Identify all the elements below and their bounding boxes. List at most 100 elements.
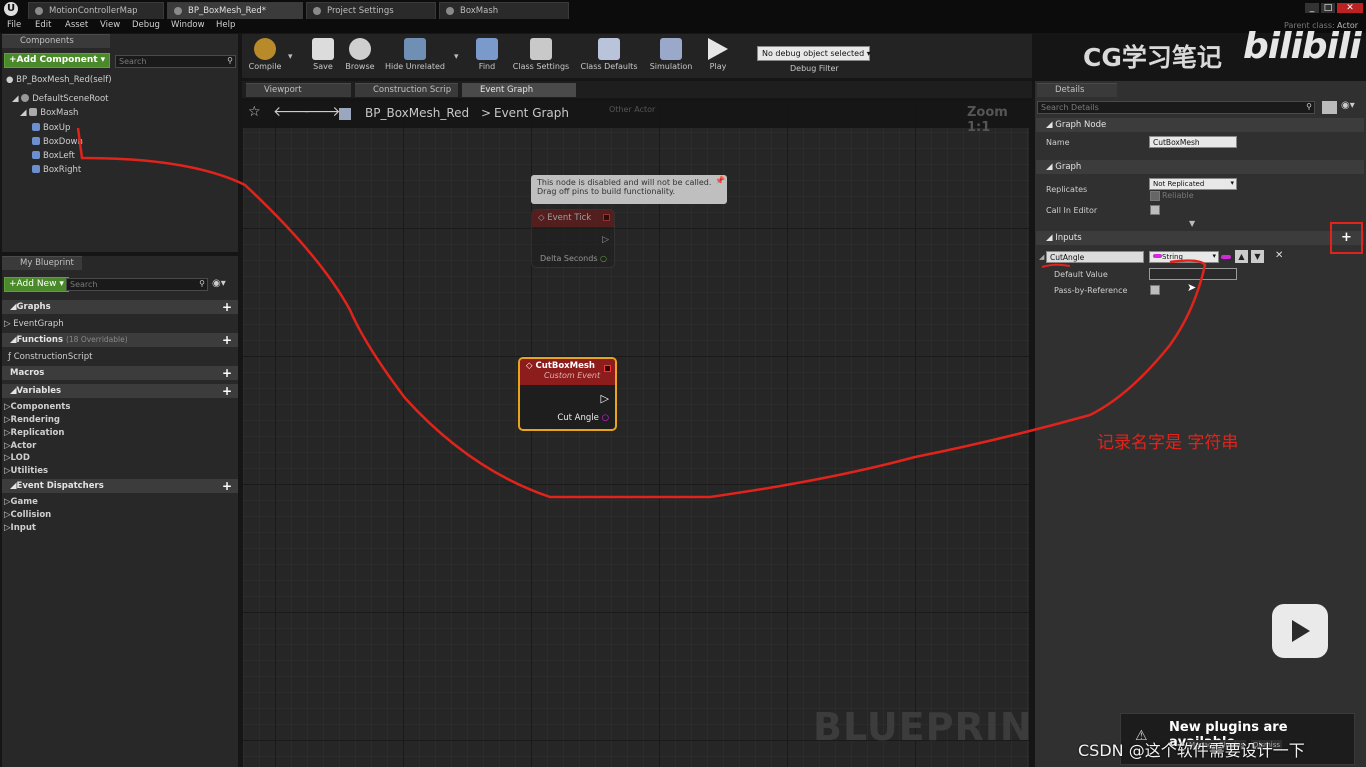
blueprint-search-input[interactable]: Search ⚲ [66,278,208,291]
add-variable-icon[interactable]: + [222,384,232,398]
details-search-input[interactable]: Search Details ⚲ [1037,101,1315,114]
var-cat-lod[interactable]: ▷LOD [4,453,30,463]
browse-button[interactable]: Browse [342,36,378,76]
function-item-constructionscript[interactable]: ƒ ConstructionScript [8,352,92,362]
delegate-pin-icon[interactable] [603,214,610,221]
add-input-button[interactable]: + [1339,230,1354,245]
menu-debug[interactable]: Debug [132,20,160,30]
tab-bp-boxmesh-red[interactable]: BP_BoxMesh_Red* [167,2,303,19]
tree-item-defaultsceneroot[interactable]: ◢ DefaultSceneRoot [12,94,108,104]
breadcrumb-blueprint[interactable]: BP_BoxMesh_Red [365,106,469,120]
add-function-icon[interactable]: + [222,333,232,347]
tree-item-boxright[interactable]: BoxRight [32,165,81,175]
tab-event-graph[interactable]: Event Graph [462,83,576,97]
add-macro-icon[interactable]: + [222,366,232,380]
forward-arrow-icon[interactable]: 🡒 [303,103,341,120]
input-type-select[interactable]: String ▾ [1149,251,1219,263]
var-cat-actor[interactable]: ▷Actor [4,441,36,451]
class-defaults-button[interactable]: Class Defaults [578,36,640,76]
var-cat-replication[interactable]: ▷Replication [4,428,64,438]
maximize-button[interactable]: □ [1321,3,1335,13]
dispatcher-cat-game[interactable]: ▷Game [4,497,38,507]
class-settings-button[interactable]: Class Settings [511,36,571,76]
tab-motion-controller-map[interactable]: MotionControllerMap [28,2,164,19]
add-dispatcher-icon[interactable]: + [222,479,232,493]
input-name-field[interactable]: CutAngle [1046,251,1144,263]
reliable-checkbox[interactable] [1150,191,1160,201]
tab-viewport[interactable]: Viewport [246,83,351,97]
hide-unrelated-dropdown-icon[interactable]: ▾ [454,52,459,62]
section-inputs[interactable]: ◢ Inputs [1036,231,1364,245]
tab-project-settings[interactable]: Project Settings [306,2,436,19]
exec-pin-icon[interactable]: ▷ [602,235,609,245]
move-up-button[interactable]: ▲ [1235,250,1248,263]
tab-boxmash[interactable]: BoxMash [439,2,569,19]
default-value-input[interactable] [1149,268,1237,280]
cutboxmesh-custom-event-node[interactable]: ◇ CutBoxMesh Custom Event ▷ Cut Angle ○ [518,357,617,431]
advanced-expand-icon[interactable]: ▼ [1189,219,1195,228]
event-graph-canvas[interactable]: ☆ 🡐 🡒 BP_BoxMesh_Red > Event Graph Other… [243,100,1029,767]
call-in-editor-checkbox[interactable] [1150,205,1160,215]
graph-item-eventgraph[interactable]: ▷ EventGraph [4,319,64,329]
menu-asset[interactable]: Asset [65,20,88,30]
section-event-dispatchers[interactable]: ◢Event Dispatchers + [2,479,238,493]
var-cat-components[interactable]: ▷Components [4,402,70,412]
view-options-icon[interactable]: ◉▾ [1341,100,1355,111]
details-tab[interactable]: Details [1037,83,1117,97]
breadcrumb-graph[interactable]: Event Graph [494,106,569,120]
container-type-icon[interactable] [1221,255,1231,259]
pass-by-reference-checkbox[interactable] [1150,285,1160,295]
tree-item-boxup[interactable]: BoxUp [32,123,70,133]
favorite-star-icon[interactable]: ☆ [248,104,261,120]
name-field[interactable]: CutBoxMesh [1149,136,1237,148]
section-variables[interactable]: ◢Variables + [2,384,238,398]
delegate-pin-icon[interactable] [604,365,611,372]
tab-construction-script[interactable]: Construction Scrip [355,83,458,97]
compile-button[interactable]: Compile [245,36,285,76]
menu-view[interactable]: View [100,20,120,30]
cut-angle-pin[interactable]: Cut Angle ○ [557,413,609,423]
simulation-button[interactable]: Simulation [648,36,694,76]
dispatcher-cat-input[interactable]: ▷Input [4,523,36,533]
property-matrix-icon[interactable] [1322,101,1337,114]
my-blueprint-tab[interactable]: My Blueprint [2,256,82,270]
var-cat-utilities[interactable]: ▷Utilities [4,466,48,476]
delta-seconds-pin[interactable]: Delta Seconds ○ [540,254,607,263]
components-search-input[interactable]: Search ⚲ [115,55,236,68]
components-tab[interactable]: Components [2,34,110,48]
section-graph-node[interactable]: ◢ Graph Node [1036,118,1364,132]
find-button[interactable]: Find [471,36,503,76]
event-tick-node[interactable]: ◇ Event Tick ▷ Delta Seconds ○ [531,209,615,268]
section-functions[interactable]: ◢Functions (18 Overridable) + [2,333,238,347]
self-item[interactable]: ● BP_BoxMesh_Red(self) [6,75,112,85]
save-button[interactable]: Save [307,36,339,76]
remove-input-icon[interactable]: ✕ [1275,250,1283,261]
exec-pin-icon[interactable]: ▷ [601,392,609,405]
replicates-select[interactable]: Not Replicated ▾ [1149,178,1237,190]
compile-dropdown-icon[interactable]: ▾ [288,52,293,62]
move-down-button[interactable]: ▼ [1251,250,1264,263]
dispatcher-cat-collision[interactable]: ▷Collision [4,510,51,520]
view-options-icon[interactable]: ◉▾ [212,278,226,289]
add-graph-icon[interactable]: + [222,300,232,314]
close-button[interactable]: ✕ [1337,3,1363,13]
expand-icon[interactable]: ◢ [1039,253,1044,261]
hide-unrelated-button[interactable]: Hide Unrelated [383,36,447,76]
var-cat-rendering[interactable]: ▷Rendering [4,415,60,425]
menu-window[interactable]: Window [171,20,205,30]
minimize-button[interactable]: _ [1305,3,1319,13]
tree-item-boxdown[interactable]: BoxDown [32,137,83,147]
menu-file[interactable]: File [7,20,21,30]
section-graphs[interactable]: ◢Graphs + [2,300,238,314]
debug-object-select[interactable]: No debug object selected ▾ [757,46,871,61]
section-macros[interactable]: Macros + [2,366,238,380]
add-new-button[interactable]: +Add New ▾ [4,277,69,292]
tree-item-boxmash[interactable]: ◢ BoxMash [20,108,78,118]
menu-help[interactable]: Help [216,20,235,30]
add-component-button[interactable]: +Add Component ▾ [4,53,111,68]
menu-edit[interactable]: Edit [35,20,51,30]
play-button[interactable]: Play [703,36,733,76]
pin-icon[interactable]: 📌 [715,176,725,185]
section-graph[interactable]: ◢ Graph [1036,160,1364,174]
tree-item-boxleft[interactable]: BoxLeft [32,151,75,161]
